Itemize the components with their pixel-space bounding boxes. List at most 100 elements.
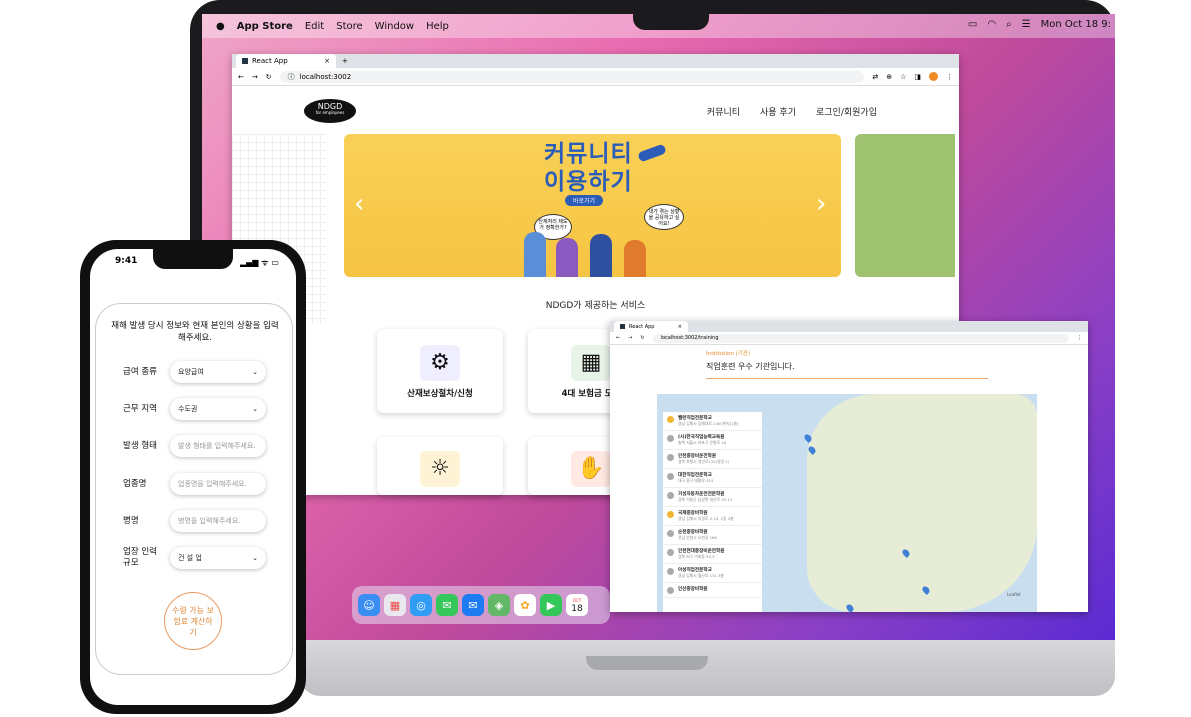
institution-address: 경북 서구 가좌동 55-5 bbox=[678, 554, 715, 559]
bookmark-star-icon[interactable]: ☆ bbox=[900, 73, 906, 81]
incident-type-input[interactable]: 발생 형태를 입력해주세요. bbox=[170, 435, 266, 457]
calculate-button[interactable]: 수령 가능 보험료 계산하기 bbox=[164, 592, 222, 650]
benefit-type-select[interactable]: 요양급여 ⌄ bbox=[170, 361, 266, 383]
institution-address: 경북 포항시 경안로132(영일 2) bbox=[678, 459, 730, 464]
carousel-next-icon[interactable]: › bbox=[816, 189, 826, 219]
close-tab-icon[interactable]: × bbox=[678, 324, 682, 330]
institution-list-item[interactable]: 인산중장비학원 bbox=[663, 583, 762, 598]
more-menu-icon[interactable]: ⋮ bbox=[1077, 335, 1082, 341]
tab-react-app[interactable]: React App × bbox=[614, 321, 688, 332]
nav-login-signup[interactable]: 로그인/회원가입 bbox=[816, 105, 877, 118]
institution-address: 충북 서울시 마포구 은평로 18 bbox=[678, 440, 727, 445]
claim-process-icon: ⚙ bbox=[420, 345, 460, 381]
calendar-icon[interactable]: OCT 18 bbox=[566, 594, 588, 616]
search-icon[interactable]: ⌕ bbox=[1006, 19, 1012, 30]
safari-icon[interactable]: ◎ bbox=[410, 594, 432, 616]
phone-status-icons: ▂▄▆ ᯤ ▭ bbox=[240, 258, 279, 267]
close-tab-icon[interactable]: × bbox=[324, 57, 330, 65]
apple-menu-icon[interactable]: ● bbox=[216, 21, 225, 32]
service-card-claim[interactable]: ⚙ 산재보상절차/신청 bbox=[377, 329, 503, 413]
back-icon[interactable]: ← bbox=[616, 335, 620, 341]
menu-store[interactable]: Store bbox=[336, 21, 362, 32]
phone-notch bbox=[153, 249, 233, 269]
label-workforce-size: 업장 인력 규모 bbox=[123, 547, 157, 568]
battery-icon[interactable]: ▭ bbox=[968, 19, 977, 30]
new-tab-button[interactable]: + bbox=[342, 57, 348, 65]
speech-dots-icon bbox=[637, 143, 667, 163]
browser-window-training: React App × ← → ↻ localhost:3002/trainin… bbox=[610, 321, 1088, 612]
institution-list-item[interactable]: 인천현대중장비운전학원 경북 서구 가좌동 55-5 bbox=[663, 545, 762, 564]
card-label: 산재보상절차/신청 bbox=[407, 389, 473, 399]
address-bar-row: ← → ↻ ⓘ localhost:3002 ⇄ ⊕ ☆ ◨ ⋮ bbox=[232, 68, 959, 86]
institution-list-item[interactable]: 순천중장비학원 전남 순천시 오천길 168 bbox=[663, 526, 762, 545]
medal-icon bbox=[667, 416, 674, 423]
institution-list-item[interactable]: 인천중장비운전학원 경북 포항시 경안로132(영일 2) bbox=[663, 450, 762, 469]
reload-icon[interactable]: ↻ bbox=[640, 335, 644, 341]
menu-edit[interactable]: Edit bbox=[305, 21, 324, 32]
menu-app-store[interactable]: App Store bbox=[237, 21, 293, 32]
service-card-3[interactable]: ☼ bbox=[377, 437, 503, 495]
select-value: 수도권 bbox=[178, 405, 198, 413]
nav-reviews[interactable]: 사용 후기 bbox=[760, 105, 796, 118]
medal-icon bbox=[667, 511, 674, 518]
nav-community[interactable]: 커뮤니티 bbox=[707, 105, 740, 118]
disease-input[interactable]: 병명을 입력해주세요. bbox=[170, 510, 266, 532]
site-logo[interactable]: NDGD for employees bbox=[304, 99, 356, 123]
input-placeholder: 업종명을 입력해주세요. bbox=[178, 480, 247, 488]
map-attribution[interactable]: Leaflet bbox=[1007, 592, 1021, 597]
back-icon[interactable]: ← bbox=[238, 73, 244, 81]
institution-address: 대구 중구 태평로 414 bbox=[678, 478, 714, 483]
label-industry: 업종명 bbox=[123, 479, 147, 489]
menu-help[interactable]: Help bbox=[426, 21, 449, 32]
korea-map[interactable]: 밸런직업전문학교 경남 김해시 김해대로 2400번지(1층) (사)한국직업능력교… bbox=[657, 394, 1037, 612]
maps-icon[interactable]: ◈ bbox=[488, 594, 510, 616]
institution-list-item[interactable]: 국제중장비학원 경남 김해시 의생로 2-19, 1동 4층 bbox=[663, 507, 762, 526]
next-banner-preview[interactable] bbox=[855, 134, 955, 277]
tab-react-app[interactable]: React App × bbox=[236, 54, 336, 68]
workforce-size-select[interactable]: 건 설 업 ⌄ bbox=[170, 547, 266, 569]
profile-avatar[interactable] bbox=[929, 72, 938, 81]
more-menu-icon[interactable]: ⋮ bbox=[946, 73, 953, 81]
favicon-icon bbox=[242, 58, 248, 64]
url-text: localhost:3002/training bbox=[660, 335, 719, 341]
messages-icon[interactable]: ✉ bbox=[436, 594, 458, 616]
institution-list-item[interactable]: (사)한국직업능력교육원 충북 서울시 마포구 은평로 18 bbox=[663, 431, 762, 450]
url-field[interactable]: ⓘ localhost:3002 bbox=[279, 70, 865, 83]
institution-list-item[interactable]: 거성자동차운전전문학원 경북 거창군 남상면 대산로 33-12 bbox=[663, 488, 762, 507]
facetime-icon[interactable]: ▶ bbox=[540, 594, 562, 616]
carousel-prev-icon[interactable]: ‹ bbox=[354, 189, 364, 219]
care-hand-icon: ✋ bbox=[571, 451, 611, 487]
forward-icon[interactable]: → bbox=[628, 335, 632, 341]
medal-icon bbox=[667, 549, 674, 556]
work-region-select[interactable]: 수도권 ⌄ bbox=[170, 398, 266, 420]
laptop-base bbox=[300, 640, 1115, 696]
institution-list-item[interactable]: 대한직업전문학교 대구 중구 태평로 414 bbox=[663, 469, 762, 488]
institution-address: 경북 거창군 남상면 대산로 33-12 bbox=[678, 497, 733, 502]
menubar-clock[interactable]: Mon Oct 18 9: bbox=[1041, 19, 1111, 30]
chevron-down-icon: ⌄ bbox=[252, 554, 258, 562]
services-heading: NDGD가 제공하는 서비스 bbox=[545, 301, 646, 311]
insurance-calculator-icon: ▦ bbox=[571, 345, 611, 381]
photos-icon[interactable]: ✿ bbox=[514, 594, 536, 616]
calculate-button-label: 수령 가능 보험료 계산하기 bbox=[172, 605, 214, 637]
tab-title: React App bbox=[629, 323, 655, 330]
institution-list-item[interactable]: 밸런직업전문학교 경남 김해시 김해대로 2400번지(1층) bbox=[663, 412, 762, 431]
medal-icon bbox=[667, 587, 674, 594]
hero-banner[interactable]: 커뮤니티 이용하기 바로가기 ‹ › 산재처리 제도가 정확한가? 내가 겪는 상… bbox=[344, 134, 841, 277]
side-panel-icon[interactable]: ◨ bbox=[914, 73, 921, 81]
institution-list-item[interactable]: 아성직업전문학교 경남 김해시 월산로 131 3층 bbox=[663, 564, 762, 583]
control-center-icon[interactable]: ☰ bbox=[1022, 19, 1031, 30]
mail-icon[interactable]: ✉ bbox=[462, 594, 484, 616]
forward-icon[interactable]: → bbox=[252, 73, 258, 81]
reload-icon[interactable]: ↻ bbox=[266, 73, 272, 81]
industry-input[interactable]: 업종명을 입력해주세요. bbox=[170, 473, 266, 495]
url-field[interactable]: localhost:3002/training bbox=[652, 333, 1069, 343]
translate-icon[interactable]: ⇄ bbox=[872, 73, 878, 81]
banner-shortcut-pill[interactable]: 바로가기 bbox=[565, 195, 604, 206]
medal-icon bbox=[667, 568, 674, 575]
zoom-icon[interactable]: ⊕ bbox=[886, 73, 892, 81]
wifi-icon[interactable]: ◠ bbox=[987, 19, 996, 30]
menu-window[interactable]: Window bbox=[375, 21, 414, 32]
finder-icon[interactable]: ☺ bbox=[358, 594, 380, 616]
launchpad-icon[interactable]: ▦ bbox=[384, 594, 406, 616]
